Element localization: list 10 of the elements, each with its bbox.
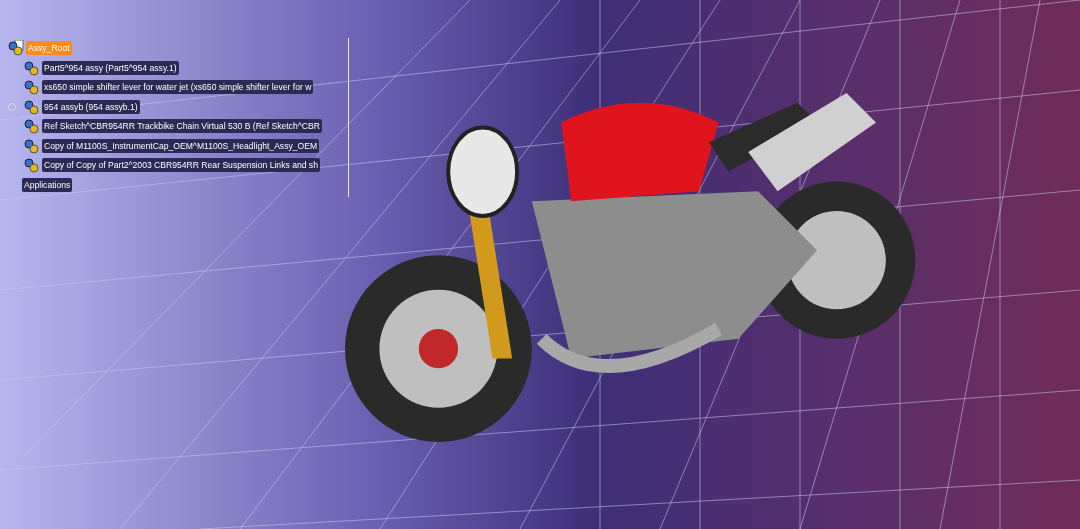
assembly-icon — [24, 118, 40, 135]
assembly-icon — [24, 137, 40, 154]
assembly-icon — [24, 79, 40, 96]
tree-item[interactable]: Ref Sketch^CBR954RR Trackbike Chain Virtual 530 B (Ref Sketch^CBR — [42, 119, 322, 134]
assembly-icon — [24, 157, 40, 174]
tree-item[interactable]: Copy of Copy of Part2^2003 CBR954RR Rear Suspension Links and sh — [42, 158, 320, 173]
assembly-icon — [24, 59, 40, 76]
assembly-root-icon — [8, 40, 24, 57]
tree-item[interactable]: xs650 simple shifter lever for water jet (xs650 simple shifter lever for w — [42, 80, 314, 95]
assembly-icon — [24, 98, 40, 115]
